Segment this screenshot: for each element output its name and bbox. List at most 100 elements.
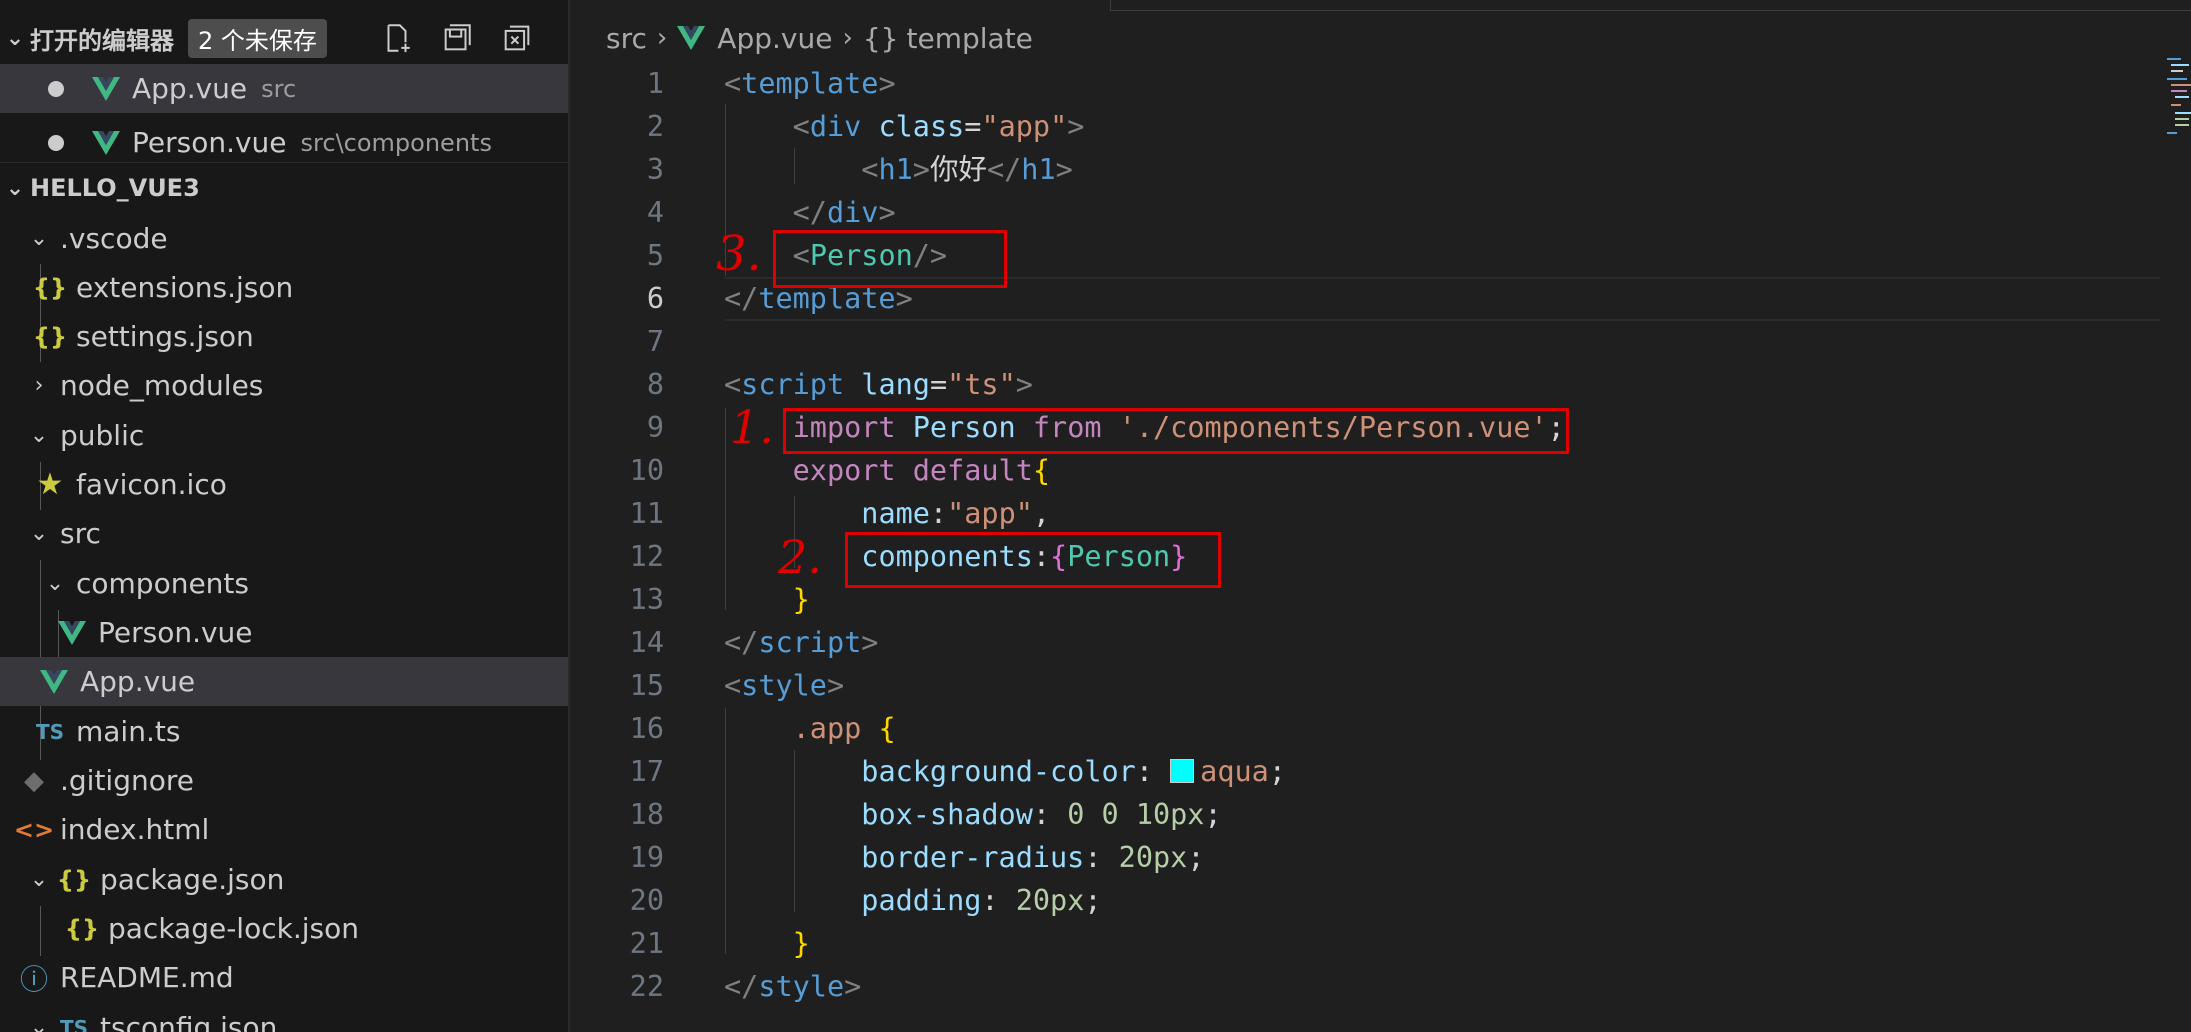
code-line: 22 </style> <box>570 965 2190 1008</box>
line-number: 19 <box>629 841 664 874</box>
color-swatch-aqua[interactable] <box>1170 759 1195 783</box>
tree-item-label: extensions.json <box>76 271 294 304</box>
code-text: .app { <box>792 712 896 745</box>
code-line: 18 box-shadow: 0 0 10px; <box>570 793 2190 836</box>
annotation-number-1: 1. <box>730 400 774 454</box>
code-line: 17 background-color: aqua; <box>570 750 2190 793</box>
tree-file-readme[interactable]: ⓘ README.md <box>0 953 568 1002</box>
line-number: 12 <box>629 540 664 573</box>
line-number: 17 <box>629 755 664 788</box>
line-number: 9 <box>646 411 664 444</box>
code-line: 20 padding: 20px; <box>570 879 2190 922</box>
code-text: background-color: aqua; <box>861 755 1286 788</box>
line-number: 3 <box>646 153 664 186</box>
annotation-box-import <box>783 408 1569 454</box>
explorer-sidebar: ⌄ 打开的编辑器 2 个未保存 App.vue src Person.vue s… <box>0 0 570 1032</box>
code-line: 10 export default{ <box>570 449 2190 492</box>
open-editors-title: 打开的编辑器 <box>30 26 174 55</box>
html-file-icon: <> <box>13 815 55 844</box>
open-editor-item-person-vue[interactable]: Person.vue src\components <box>0 118 568 167</box>
tree-item-label: package.json <box>100 863 285 896</box>
tree-file-tsconfig-json[interactable]: ⌄ TS tsconfig.json <box>0 1003 568 1032</box>
tree-item-label: App.vue <box>80 665 196 698</box>
code-line: 1 <template> <box>570 62 2190 105</box>
annotation-box-person-tag <box>773 230 1007 288</box>
project-folder-header[interactable]: ⌄ HELLO_VUE3 <box>0 166 568 210</box>
tree-file-index-html[interactable]: <> index.html <box>0 805 568 854</box>
code-editor[interactable]: src › App.vue › {} template 1 <template> … <box>570 0 2191 1032</box>
tree-item-label: .gitignore <box>60 764 194 797</box>
line-number: 10 <box>629 454 664 487</box>
tree-item-label: favicon.ico <box>76 468 227 501</box>
code-line: 21 } <box>570 922 2190 965</box>
tree-file-main-ts[interactable]: TS main.ts <box>0 707 568 756</box>
json-file-icon: {} <box>56 865 92 894</box>
open-editor-name: App.vue <box>132 72 248 105</box>
new-untitled-file-icon[interactable] <box>380 21 414 55</box>
code-text: } <box>792 583 810 616</box>
close-all-icon[interactable] <box>500 21 534 55</box>
section-divider <box>0 162 568 163</box>
code-line: 13 } <box>570 578 2190 621</box>
code-text: export default{ <box>792 454 1051 487</box>
breadcrumb-file[interactable]: App.vue <box>717 22 832 55</box>
code-line: 8 <script lang="ts"> <box>570 363 2190 406</box>
tree-item-label: settings.json <box>76 320 254 353</box>
tree-file-package-lock-json[interactable]: {} package-lock.json <box>0 904 568 953</box>
breadcrumb-folder[interactable]: src <box>606 22 647 55</box>
tree-file-extensions-json[interactable]: {} extensions.json <box>0 263 568 312</box>
code-line: 11 name:"app", <box>570 492 2190 535</box>
code-line: 16 .app { <box>570 707 2190 750</box>
breadcrumb-symbol[interactable]: template <box>907 22 1033 55</box>
chevron-right-icon: › <box>34 373 44 398</box>
tree-folder-src[interactable]: ⌄ src <box>0 509 568 558</box>
code-text: } <box>792 927 810 960</box>
line-number: 1 <box>646 67 664 100</box>
annotation-number-3: 3. <box>716 226 762 282</box>
braces-symbol-icon: {} <box>862 21 899 55</box>
line-number: 22 <box>629 970 664 1003</box>
line-number: 14 <box>629 626 664 659</box>
code-line: 14 </script> <box>570 621 2190 664</box>
tree-file-package-json[interactable]: ⌄ {} package.json <box>0 855 568 904</box>
line-number: 11 <box>629 497 664 530</box>
open-editors-actions <box>380 21 568 55</box>
unsaved-dot-icon <box>48 134 64 151</box>
minimap[interactable] <box>2165 56 2191 146</box>
code-line: 19 border-radius: 20px; <box>570 836 2190 879</box>
tree-item-label: index.html <box>60 813 210 846</box>
open-editors-header[interactable]: ⌄ 打开的编辑器 2 个未保存 <box>0 16 568 60</box>
tree-item-label: public <box>60 419 145 452</box>
project-title: HELLO_VUE3 <box>30 174 200 202</box>
line-number: 4 <box>646 196 664 229</box>
chevron-down-icon: ⌄ <box>29 1015 49 1032</box>
vue-file-icon <box>92 76 120 101</box>
tree-file-app-vue[interactable]: App.vue <box>0 657 568 706</box>
tree-item-label: Person.vue <box>98 616 253 649</box>
tree-folder-components[interactable]: ⌄ components <box>0 559 568 608</box>
save-all-icon[interactable] <box>440 21 474 55</box>
unsaved-badge: 2 个未保存 <box>188 18 327 58</box>
tree-file-gitignore[interactable]: ◆ .gitignore <box>0 756 568 805</box>
tree-file-person-vue[interactable]: Person.vue <box>0 608 568 657</box>
tree-folder-public[interactable]: ⌄ public <box>0 411 568 460</box>
tree-folder-node-modules[interactable]: › node_modules <box>0 361 568 410</box>
code-text: <template> <box>724 67 896 100</box>
code-text: name:"app", <box>861 497 1051 530</box>
vue-file-icon <box>40 669 68 694</box>
chevron-down-icon: ⌄ <box>29 423 49 448</box>
tree-file-favicon[interactable]: ★ favicon.ico <box>0 460 568 509</box>
line-number: 8 <box>646 368 664 401</box>
chevron-right-icon: › <box>842 23 853 53</box>
line-number: 7 <box>646 325 664 358</box>
chevron-down-icon: ⌄ <box>5 25 25 51</box>
open-editor-item-app-vue[interactable]: App.vue src <box>0 64 568 113</box>
vue-file-icon <box>677 26 706 50</box>
git-file-icon: ◆ <box>24 765 44 796</box>
json-file-icon: {} <box>64 914 100 943</box>
open-editor-path: src\components <box>300 128 492 157</box>
line-number: 6 <box>646 282 664 315</box>
tree-item-label: package-lock.json <box>108 912 359 945</box>
tree-file-settings-json[interactable]: {} settings.json <box>0 312 568 361</box>
tree-folder-vscode[interactable]: ⌄ .vscode <box>0 214 568 263</box>
